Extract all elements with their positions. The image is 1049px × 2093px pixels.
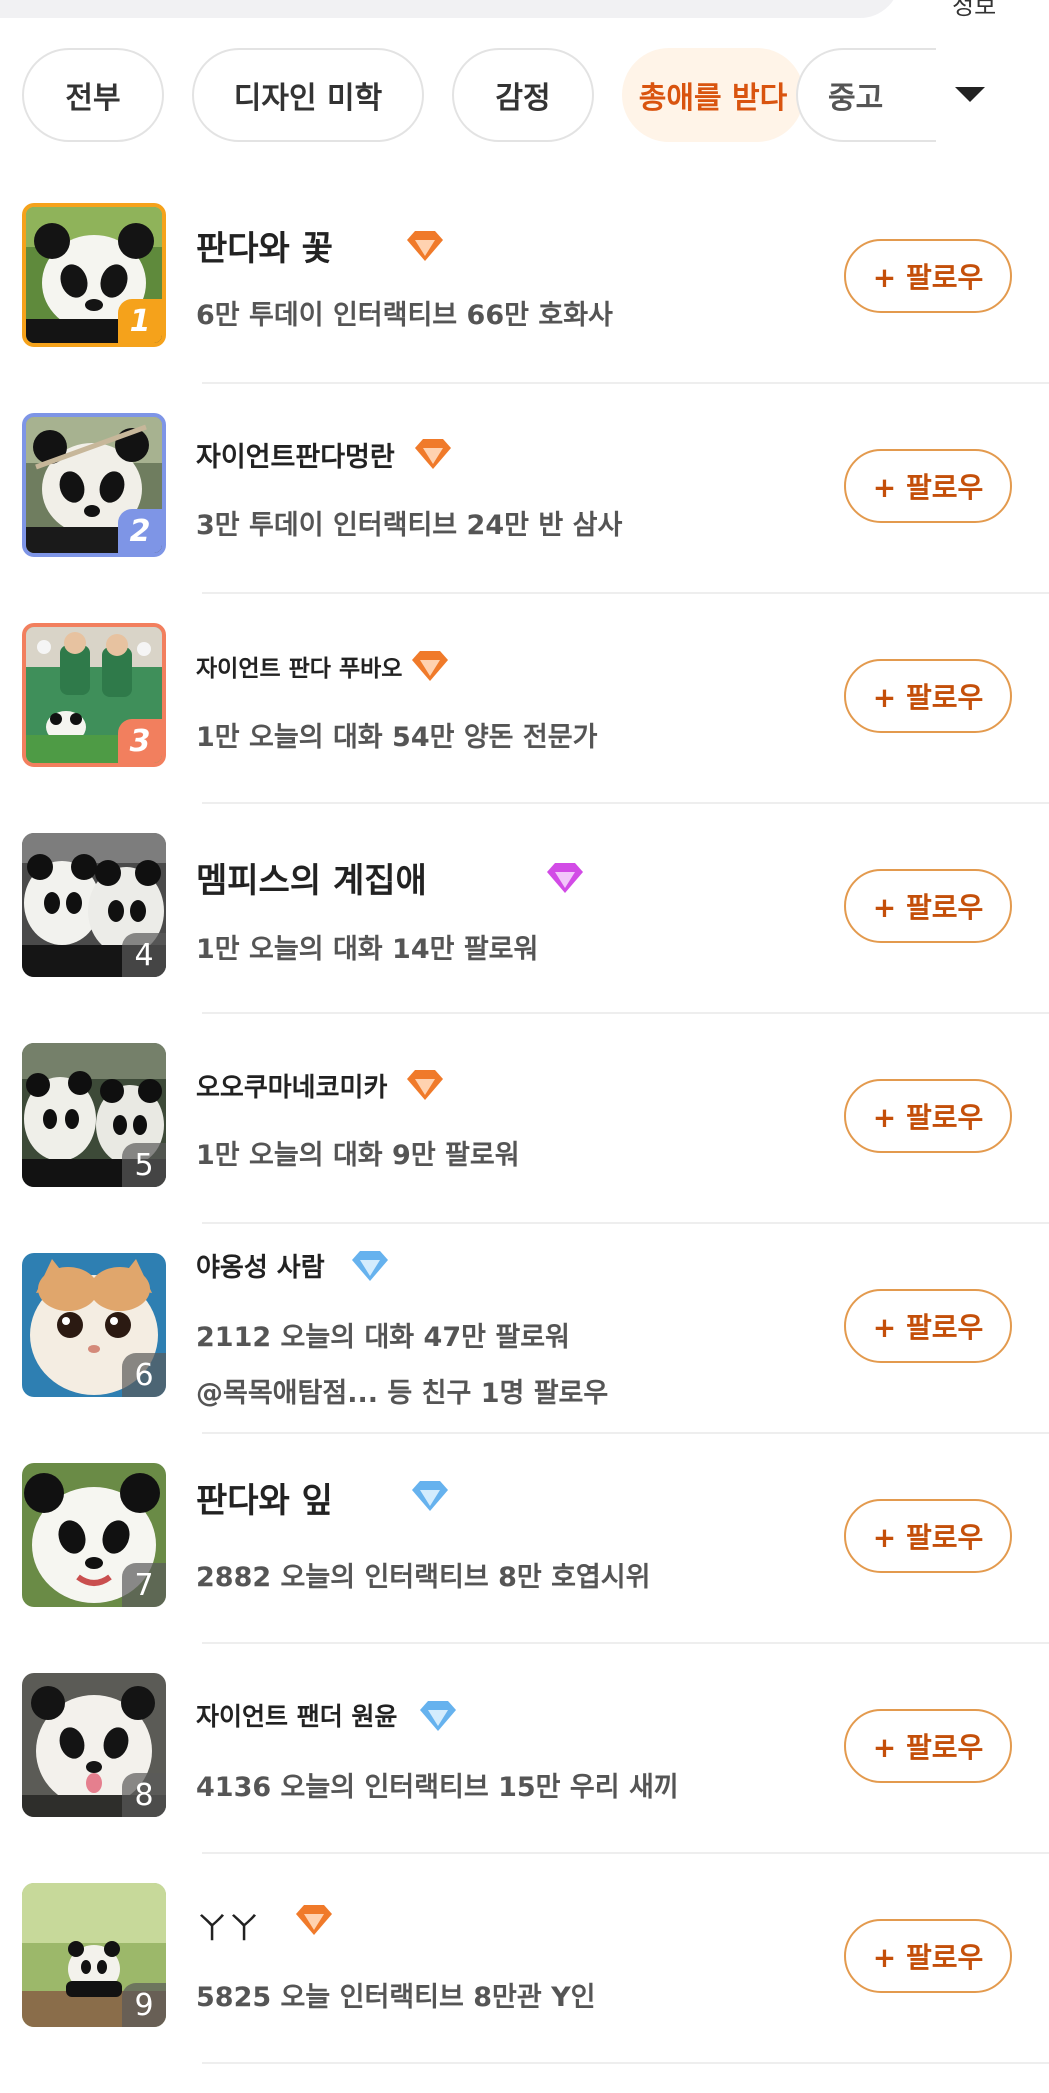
account-name[interactable]: 멤피스의 계집애 (196, 853, 427, 902)
rank-badge: 8 (122, 1773, 166, 1817)
account-name[interactable]: 오오쿠마네코미카 (196, 1067, 387, 1104)
tab-design-aesthetics[interactable]: 디자인 미학 (192, 48, 424, 142)
rank-badge: 7 (122, 1563, 166, 1607)
divider (202, 382, 1049, 384)
follow-button[interactable]: + 팔로우 (844, 1079, 1012, 1153)
account-name[interactable]: 판다와 잎 (196, 1473, 333, 1522)
account-stats: 5825 오늘 인터랙티브 8만관 Y인 (196, 1982, 596, 2013)
divider (202, 592, 1049, 594)
gem-blue-icon (352, 1251, 388, 1281)
account-name[interactable]: 자이언트 팬더 원윤 (196, 1697, 397, 1733)
tab-emotion[interactable]: 감정 (452, 48, 594, 142)
rank-badge: 2 (118, 509, 162, 553)
avatar[interactable]: 8 (22, 1673, 166, 1817)
avatar[interactable]: 5 (22, 1043, 166, 1187)
avatar[interactable]: 1 (22, 203, 166, 347)
gem-orange-icon (412, 651, 448, 681)
account-name[interactable]: 자이언트 판다 푸바오 (196, 649, 402, 683)
account-name[interactable]: 판다와 꽃 (196, 221, 333, 270)
follow-button[interactable]: + 팔로우 (844, 659, 1012, 733)
account-name[interactable]: 야옹성 사람 (196, 1247, 325, 1284)
follow-button[interactable]: + 팔로우 (844, 1919, 1012, 1993)
search-bar-bottom-edge[interactable] (0, 0, 900, 18)
divider (202, 2062, 1049, 2064)
account-stats: 1만 오늘의 대화 54만 양돈 전문가 (196, 722, 598, 753)
category-tabs: 전부 디자인 미학 감정 총애를 받다 중고 (0, 48, 1049, 148)
divider (202, 1642, 1049, 1644)
rank-badge: 3 (118, 719, 162, 763)
gem-purple-icon (547, 863, 583, 893)
account-stats: 6만 투데이 인터랙티브 66만 호화사 (196, 300, 613, 331)
gem-orange-icon (407, 1070, 443, 1100)
rank-badge: 5 (122, 1143, 166, 1187)
gem-orange-icon (415, 439, 451, 469)
follow-button[interactable]: + 팔로우 (844, 1709, 1012, 1783)
rank-badge: 4 (122, 933, 166, 977)
avatar[interactable]: 9 (22, 1883, 166, 2027)
avatar[interactable]: 3 (22, 623, 166, 767)
divider (202, 1852, 1049, 1854)
account-stats: 3만 투데이 인터랙티브 24만 반 삼사 (196, 510, 623, 541)
follow-button[interactable]: + 팔로우 (844, 869, 1012, 943)
account-stats: 2882 오늘의 인터랙티브 8만 호엽시위 (196, 1562, 651, 1593)
top-right-edge-label[interactable]: 정보 (952, 0, 996, 21)
follow-button[interactable]: + 팔로우 (844, 1499, 1012, 1573)
rank-badge: 1 (118, 299, 162, 343)
divider (202, 1012, 1049, 1014)
tab-favored[interactable]: 총애를 받다 (622, 48, 804, 142)
divider (202, 802, 1049, 804)
rank-badge: 6 (122, 1353, 166, 1397)
gem-blue-icon (412, 1481, 448, 1511)
tab-secondhand[interactable]: 중고 (796, 48, 936, 142)
avatar[interactable]: 6 (22, 1253, 166, 1397)
account-stats: 1만 오늘의 대화 14만 팔로워 (196, 934, 539, 965)
avatar[interactable]: 4 (22, 833, 166, 977)
tab-all[interactable]: 전부 (22, 48, 164, 142)
follow-button[interactable]: + 팔로우 (844, 239, 1012, 313)
follow-button[interactable]: + 팔로우 (844, 449, 1012, 523)
account-stats: 2112 오늘의 대화 47만 팔로워 (196, 1322, 570, 1353)
account-name[interactable]: ㄚㄚ (196, 1903, 260, 1949)
gem-orange-icon (407, 231, 443, 261)
mutual-followers-text[interactable]: @목목애탐점... 등 친구 1명 팔로우 (196, 1371, 608, 1410)
divider (202, 1432, 1049, 1434)
avatar[interactable]: 7 (22, 1463, 166, 1607)
account-stats: 1만 오늘의 대화 9만 팔로워 (196, 1140, 520, 1171)
account-name[interactable]: 자이언트판다멍란 (196, 435, 395, 474)
follow-button[interactable]: + 팔로우 (844, 1289, 1012, 1363)
rank-badge: 9 (122, 1983, 166, 2027)
account-stats: 4136 오늘의 인터랙티브 15만 우리 새끼 (196, 1772, 679, 1803)
gem-blue-icon (420, 1701, 456, 1731)
avatar[interactable]: 2 (22, 413, 166, 557)
divider (202, 1222, 1049, 1224)
gem-orange-icon (296, 1905, 332, 1935)
tabs-expand-chevron-down-icon[interactable] (955, 87, 985, 102)
